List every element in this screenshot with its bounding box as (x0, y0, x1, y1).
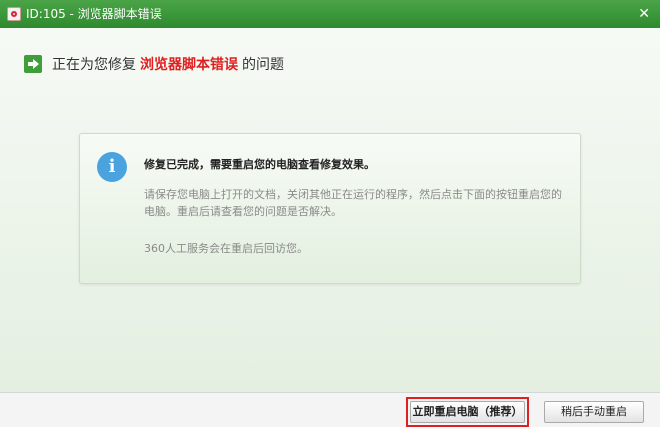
heading-suffix: 的问题 (242, 57, 284, 73)
info-card: i 修复已完成，需要重启您的电脑查看修复效果。 请保存您电脑上打开的文档，关闭其… (79, 133, 581, 284)
restart-now-button[interactable]: 立即重启电脑（推荐） (410, 401, 525, 423)
app-logo-icon (7, 7, 21, 21)
restart-later-button[interactable]: 稍后手动重启 (544, 401, 644, 423)
message-title: 修复已完成，需要重启您的电脑查看修复效果。 (144, 158, 375, 171)
heading-problem-name: 浏览器脚本错误 (140, 57, 238, 73)
footer-bar: 立即重启电脑（推荐） 稍后手动重启 (0, 392, 660, 427)
message-note: 360人工服务会在重启后回访您。 (144, 242, 308, 255)
arrow-right-icon (24, 55, 42, 73)
info-icon: i (97, 152, 127, 182)
close-icon[interactable]: ✕ (638, 5, 650, 23)
window-title: ID:105 - 浏览器脚本错误 (26, 7, 162, 21)
repair-heading: 正在为您修复 浏览器脚本错误 的问题 (24, 54, 284, 74)
title-bar: ID:105 - 浏览器脚本错误 ✕ (0, 0, 660, 28)
message-body: 请保存您电脑上打开的文档，关闭其他正在运行的程序，然后点击下面的按钮重启您的电脑… (144, 188, 562, 218)
heading-prefix: 正在为您修复 (52, 57, 136, 73)
main-content: 正在为您修复 浏览器脚本错误 的问题 i 修复已完成，需要重启您的电脑查看修复效… (0, 28, 660, 392)
